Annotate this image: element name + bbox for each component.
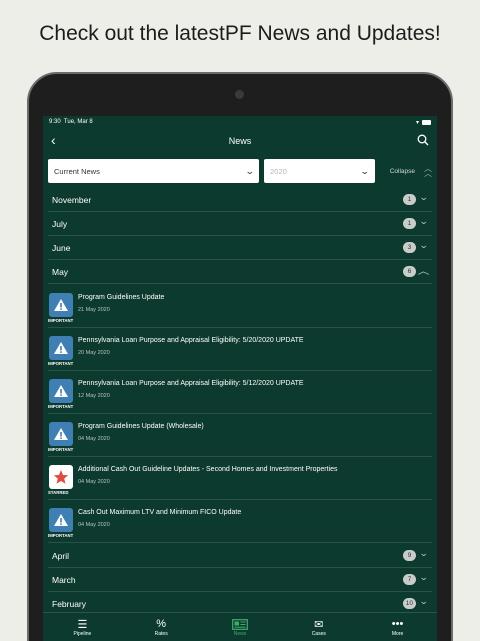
month-label: May (52, 266, 69, 277)
more-icon: ••• (391, 618, 404, 630)
count-badge: 1 (403, 194, 416, 205)
news-item[interactable]: IMPORTANT Program Guidelines Update 21 M… (48, 285, 432, 328)
collapse-chevrons-icon[interactable]: ︿ ︿ (424, 165, 432, 178)
starred-tag: STARRED (48, 490, 69, 495)
month-label: March (52, 574, 76, 585)
month-label: April (52, 550, 70, 561)
status-icons: ▾ (415, 119, 431, 126)
status-date: Tue, Mar 8 (63, 119, 93, 125)
news-type-value: Current News (54, 166, 100, 176)
news-item[interactable]: STARRED Additional Cash Out Guideline Up… (48, 457, 432, 500)
tab-cases[interactable]: ✉ Cases (279, 613, 358, 641)
tab-more[interactable]: ••• More (358, 613, 437, 641)
search-icon[interactable] (417, 134, 429, 146)
chevron-down-icon: ⌄ (244, 165, 255, 176)
promo-headline: Check out the latestPF News and Updates! (39, 22, 441, 45)
status-bar: 9:30 Tue, Mar 8 ▾ (43, 116, 437, 128)
chevron-down-icon: ⌄ (419, 216, 430, 226)
newspaper-icon (232, 617, 248, 631)
tab-rates[interactable]: % Rates (122, 613, 201, 641)
warning-icon (49, 379, 73, 403)
collapse-button[interactable]: Collapse (390, 168, 415, 175)
month-label: February (52, 598, 87, 609)
month-row-may[interactable]: May 6 ︿ (48, 260, 432, 284)
tab-label: News (233, 631, 247, 637)
year-value: 2020 (270, 166, 287, 176)
news-type-select[interactable]: Current News ⌄ (48, 159, 260, 183)
star-icon (49, 465, 73, 489)
month-row-april[interactable]: April 9 ⌄ (48, 544, 432, 568)
status-time-date: 9:30 Tue, Mar 8 (49, 119, 93, 125)
news-item[interactable]: IMPORTANT Program Guidelines Update (Who… (48, 414, 432, 457)
list-icon: ☰ (77, 618, 88, 631)
app-screen: 9:30 Tue, Mar 8 ▾ ‹ News Current News ⌄ … (43, 116, 437, 641)
news-title: Additional Cash Out Guideline Updates - … (78, 466, 338, 473)
back-chevron-icon[interactable]: ‹ (51, 132, 56, 148)
chevron-down-icon: ⌄ (360, 165, 370, 176)
news-title: Pennsylvania Loan Purpose and Appraisal … (78, 337, 304, 344)
chevron-up-icon: ︿ (417, 266, 430, 276)
news-item[interactable]: IMPORTANT Pennsylvania Loan Purpose and … (48, 328, 432, 371)
chevron-down-icon: ⌄ (419, 572, 430, 582)
filter-row: Current News ⌄ 2020 ⌄ Collapse ︿ ︿ (48, 158, 432, 184)
news-title: Program Guidelines Update (Wholesale) (78, 423, 204, 430)
news-date: 04 May 2020 (78, 522, 110, 528)
news-title: Pennsylvania Loan Purpose and Appraisal … (78, 380, 304, 387)
status-time: 9:30 (49, 119, 61, 125)
month-row-july[interactable]: July 1 ⌄ (48, 212, 432, 236)
chevron-down-icon: ⌄ (419, 548, 430, 558)
month-row-june[interactable]: June 3 ⌄ (48, 236, 432, 260)
chevron-down-icon: ⌄ (419, 240, 430, 250)
warning-icon (49, 508, 73, 532)
tab-label: More (391, 631, 404, 637)
count-badge: 10 (402, 598, 416, 609)
tab-label: Rates (154, 631, 168, 637)
tab-pipeline[interactable]: ☰ Pipeline (43, 613, 122, 641)
importance-tag: IMPORTANT (48, 404, 74, 409)
count-badge: 7 (403, 574, 416, 585)
count-badge: 1 (403, 218, 416, 229)
importance-tag: IMPORTANT (48, 447, 74, 452)
tab-label: Cases (311, 631, 326, 637)
chevron-down-icon: ⌄ (419, 192, 430, 202)
news-date: 20 May 2020 (78, 350, 110, 356)
news-date: 04 May 2020 (78, 436, 110, 442)
envelope-icon: ✉ (314, 618, 324, 631)
news-date: 04 May 2020 (78, 479, 110, 485)
count-badge: 3 (403, 242, 416, 253)
percent-icon: % (156, 618, 167, 630)
warning-icon (49, 422, 73, 446)
month-row-november[interactable]: November 1 ⌄ (48, 188, 432, 212)
count-badge: 6 (403, 266, 416, 277)
warning-icon (49, 293, 73, 317)
warning-icon (49, 336, 73, 360)
news-date: 12 May 2020 (78, 393, 110, 399)
bottom-tab-bar: ☰ Pipeline % Rates News ✉ Cases ••• More (43, 612, 437, 641)
month-label: June (52, 242, 71, 253)
news-item[interactable]: IMPORTANT Pennsylvania Loan Purpose and … (48, 371, 432, 414)
news-item[interactable]: IMPORTANT Cash Out Maximum LTV and Minim… (48, 500, 432, 543)
year-select[interactable]: 2020 ⌄ (264, 159, 375, 183)
news-date: 21 May 2020 (78, 307, 110, 313)
month-label: November (52, 194, 92, 205)
news-title: Cash Out Maximum LTV and Minimum FICO Up… (78, 509, 242, 516)
wifi-icon: ▾ (415, 119, 419, 126)
tab-label: Pipeline (73, 631, 92, 637)
count-badge: 9 (403, 550, 416, 561)
news-title: Program Guidelines Update (78, 294, 165, 301)
page-title: News (228, 136, 252, 146)
battery-icon (422, 119, 431, 125)
nav-bar: ‹ News (43, 128, 437, 154)
front-camera (235, 90, 244, 99)
importance-tag: IMPORTANT (48, 361, 74, 366)
importance-tag: IMPORTANT (48, 533, 74, 538)
tab-news[interactable]: News (201, 613, 280, 641)
month-label: July (52, 218, 68, 229)
importance-tag: IMPORTANT (48, 318, 74, 323)
chevron-down-icon: ⌄ (419, 596, 430, 606)
month-row-march[interactable]: March 7 ⌄ (48, 568, 432, 592)
